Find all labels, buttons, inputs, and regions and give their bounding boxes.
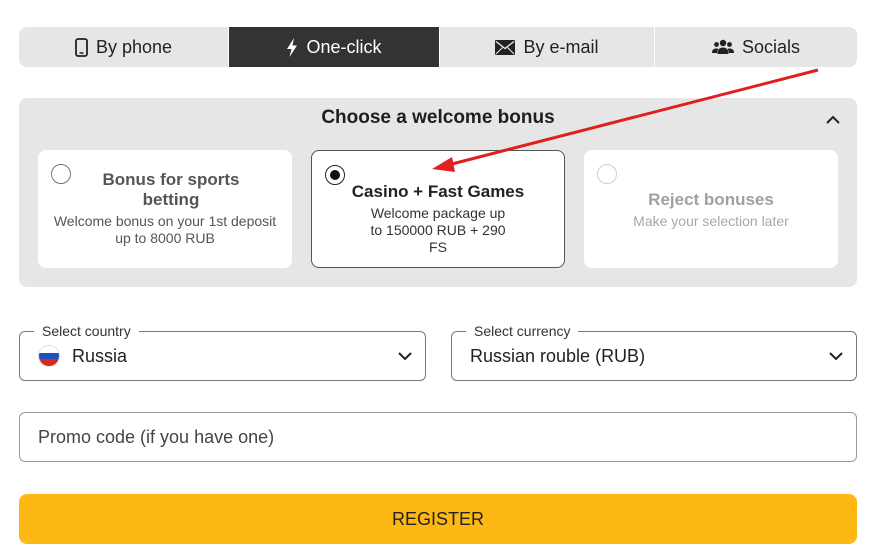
tab-by-email[interactable]: By e-mail (440, 27, 655, 67)
chevron-up-icon (826, 115, 840, 124)
tab-label: By e-mail (523, 36, 599, 57)
tab-one-click[interactable]: One-click (229, 27, 440, 67)
register-button[interactable]: REGISTER (19, 494, 857, 544)
bonus-option-description: Welcome package up to 150000 RUB + 290 F… (370, 205, 506, 255)
currency-select[interactable]: Select currency Russian rouble (RUB) (451, 322, 857, 381)
chevron-down-icon (829, 352, 843, 361)
bonus-option-title: Reject bonuses (648, 190, 774, 209)
bonus-option-sports[interactable]: Bonus for sports betting Welcome bonus o… (38, 150, 292, 268)
phone-icon (75, 37, 88, 57)
radio-button[interactable] (51, 164, 71, 184)
tab-label: By phone (95, 36, 173, 57)
tab-label: Socials (741, 36, 801, 57)
envelope-icon (495, 39, 516, 55)
promo-code-input[interactable] (19, 412, 857, 462)
radio-button-selected[interactable] (325, 165, 345, 185)
russia-flag-icon (38, 345, 60, 367)
bonus-panel-title: Choose a welcome bonus (321, 107, 555, 128)
currency-value: Russian rouble (RUB) (470, 345, 646, 366)
bonus-option-casino[interactable]: Casino + Fast Games Welcome package up t… (311, 150, 565, 268)
registration-method-tabs: By phone One-click By e-mail Socials (19, 27, 857, 67)
tab-label: One-click (306, 36, 382, 57)
bonus-option-title: Bonus for sports betting (102, 170, 240, 209)
tab-socials[interactable]: Socials (655, 27, 857, 67)
users-icon (711, 39, 734, 55)
chevron-down-icon (398, 352, 412, 361)
welcome-bonus-panel: Choose a welcome bonus Bonus for sports … (19, 98, 857, 287)
country-value: Russia (72, 345, 128, 366)
collapse-button[interactable] (823, 111, 843, 129)
radio-button[interactable] (597, 164, 617, 184)
bonus-option-reject[interactable]: Reject bonuses Make your selection later (584, 150, 838, 268)
bonus-option-description: Welcome bonus on your 1st deposit up to … (53, 213, 277, 246)
tab-by-phone[interactable]: By phone (19, 27, 229, 67)
lightning-icon (286, 37, 298, 57)
country-select[interactable]: Select country Russia (19, 322, 426, 381)
bonus-option-title: Casino + Fast Games (351, 182, 525, 201)
bonus-option-description: Make your selection later (633, 213, 789, 229)
